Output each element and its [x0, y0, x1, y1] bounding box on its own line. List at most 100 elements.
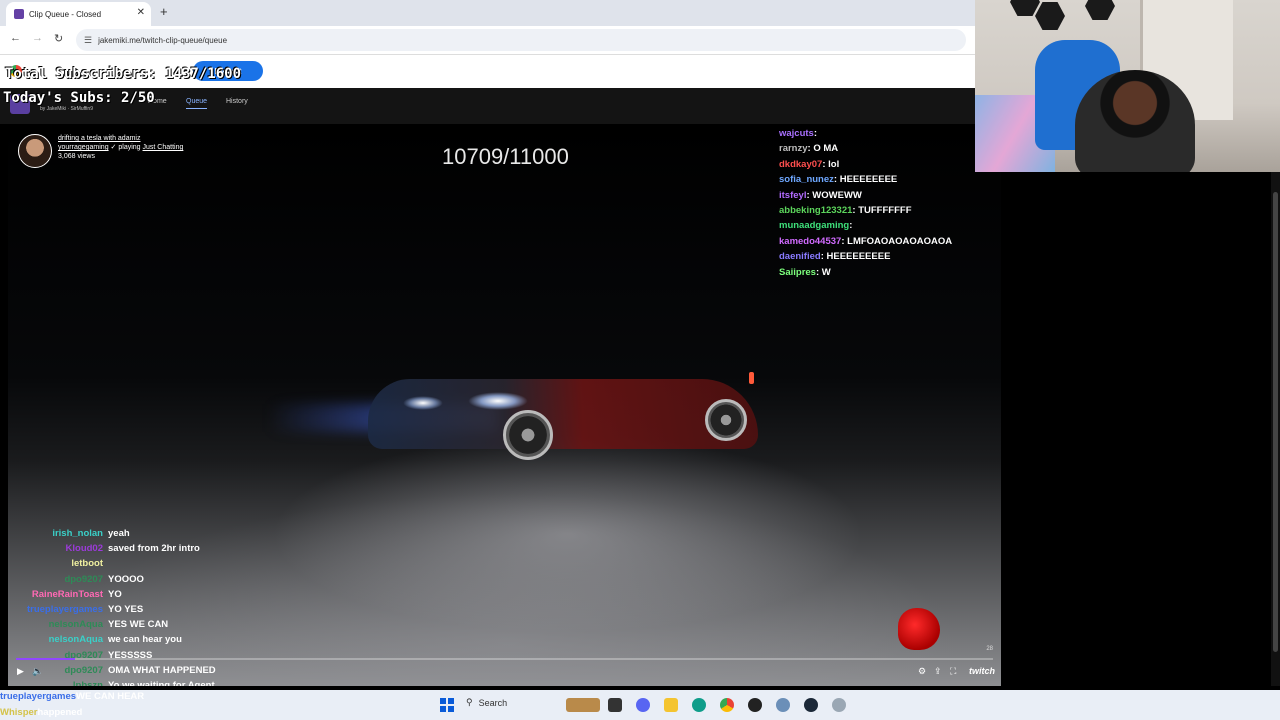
site-credit: by JakeMiki · SirMuffin9: [40, 106, 93, 112]
steam-icon[interactable]: [804, 698, 818, 712]
edge-icon[interactable]: [692, 698, 706, 712]
settings-icon[interactable]: ⚙: [918, 666, 926, 677]
chat-text: lol: [828, 158, 840, 170]
chrome-icon[interactable]: [720, 698, 734, 712]
wall-hex-panel: [1085, 0, 1115, 20]
reload-icon[interactable]: ↻: [54, 32, 63, 45]
rear-wheel: [705, 399, 747, 441]
tab-strip: Clip Queue - Closed ✕ +: [0, 0, 975, 26]
taillight: [749, 372, 754, 384]
chat-app-icon[interactable]: [636, 698, 650, 712]
clip-channel[interactable]: yourragegaming: [58, 144, 109, 151]
chat-username[interactable]: dpo9207: [8, 572, 103, 587]
url-text: jakemiki.me/twitch-clip-queue/queue: [98, 35, 228, 45]
chat-message: Kloud02 saved from 2hr intro: [8, 541, 216, 556]
chat-username[interactable]: dkdkay07: [779, 159, 822, 170]
chat-username[interactable]: kamedo44537: [779, 236, 841, 247]
chat-message: abbeking123321: TUFFFFFFF: [779, 203, 952, 218]
chat-username[interactable]: daenified: [779, 251, 821, 262]
clip-game[interactable]: Just Chatting: [143, 144, 184, 151]
page-scrollbar[interactable]: [1271, 172, 1280, 686]
playing-label: playing: [118, 144, 141, 151]
chat-username[interactable]: abbeking123321: [779, 205, 852, 216]
chat-text: TUFFFFFFF: [858, 205, 912, 217]
task-view-icon[interactable]: [608, 698, 622, 712]
chat-text: YO: [108, 588, 122, 600]
chat-text: yeah: [108, 528, 130, 539]
share-icon[interactable]: ⇪: [934, 666, 942, 677]
settings-app-icon[interactable]: [776, 698, 790, 712]
chat-username[interactable]: rarnzy: [779, 143, 808, 154]
chat-message: nelsonAqua we can hear you: [8, 632, 216, 647]
seek-progress: [16, 658, 75, 660]
search-icon: ⚲: [466, 697, 473, 707]
chat-message: dpo9207 YOOOO: [8, 572, 216, 587]
volume-icon[interactable]: 🔈: [32, 666, 43, 677]
play-icon[interactable]: ▶: [17, 666, 24, 677]
new-tab-button[interactable]: +: [160, 4, 168, 19]
fullscreen-icon[interactable]: ⛶: [950, 666, 956, 677]
chat-text: HEEEEEEEEE: [826, 251, 891, 263]
chat-username[interactable]: wajcuts: [779, 128, 814, 139]
seek-bar[interactable]: [16, 658, 993, 660]
headlight-glow-left: [403, 396, 443, 410]
webcam-feed: [975, 0, 1280, 172]
chat-overlay-right: wajcuts: rarnzy: O MA dkdkay07: lol sofia_…: [779, 126, 952, 280]
windows-start-icon[interactable]: [440, 698, 454, 712]
chat-username[interactable]: sofia_nunez: [779, 174, 834, 185]
back-icon[interactable]: ←: [10, 32, 21, 44]
chat-separator: :: [813, 128, 818, 139]
taskbar-search[interactable]: ⚲ Search: [466, 697, 507, 708]
chat-message: wajcuts:: [779, 126, 952, 141]
chat-message: irish_nolan yeah: [8, 526, 216, 541]
chat-username[interactable]: nelsonAqua: [8, 632, 103, 647]
right-empty-area: [1001, 172, 1280, 686]
forward-icon[interactable]: →: [32, 32, 43, 44]
chat-username[interactable]: letboot: [8, 556, 103, 571]
chat-message: trueplayergamesWE CAN HEAR: [0, 689, 260, 705]
chat-text: YOOOO: [108, 573, 144, 585]
chat-text: saved from 2hr intro: [108, 543, 200, 555]
chat-username[interactable]: itsfeyl: [779, 190, 806, 201]
chat-username[interactable]: nelsonAqua: [8, 617, 103, 632]
chat-username[interactable]: RaineRainToast: [8, 587, 103, 602]
chat-username[interactable]: trueplayergames: [0, 691, 76, 702]
wall-hex-panel: [1010, 0, 1040, 16]
chat-username[interactable]: Saiipres: [779, 267, 816, 278]
chat-username[interactable]: irish_nolan: [8, 526, 103, 541]
scrollbar-thumb[interactable]: [1273, 192, 1278, 652]
chat-text: YES WE CAN: [108, 619, 169, 631]
extra-app-icon[interactable]: [832, 698, 846, 712]
chat-text: O MA: [813, 143, 839, 155]
chat-text: WE CAN HEAR: [76, 691, 145, 702]
close-tab-icon[interactable]: ✕: [137, 7, 145, 18]
chat-text: YO YES: [108, 604, 144, 616]
chat-username[interactable]: munaadgaming: [779, 220, 849, 231]
clip-title[interactable]: drifting a tesla with adamiz: [58, 134, 183, 143]
chat-message: Whisperhappened: [0, 705, 260, 720]
tab-title: Clip Queue - Closed: [29, 9, 102, 19]
search-label: Search: [478, 697, 508, 708]
file-explorer-icon[interactable]: [664, 698, 678, 712]
taskbar-widget-icon[interactable]: [566, 698, 600, 712]
timecode: 28: [986, 646, 993, 652]
verified-icon: ✓: [110, 144, 117, 151]
nav-queue[interactable]: Queue: [186, 98, 208, 109]
creator-avatar[interactable]: [18, 134, 52, 168]
total-subscribers-overlay: Total Subscribers: 1437/1600: [5, 66, 242, 82]
chat-username[interactable]: Whisper: [0, 707, 37, 718]
twitch-logo[interactable]: twitch: [969, 666, 995, 676]
obs-icon[interactable]: [748, 698, 762, 712]
site-info-icon[interactable]: ☰: [84, 35, 92, 46]
nav-history[interactable]: History: [226, 98, 248, 105]
browser-toolbar: ← → ↻ ☰ jakemiki.me/twitch-clip-queue/qu…: [0, 26, 975, 55]
chat-username[interactable]: trueplayergames: [8, 602, 103, 617]
clip-views: 3,068 views: [58, 153, 95, 160]
chat-username[interactable]: Kloud02: [8, 541, 103, 556]
tab-clip-queue[interactable]: Clip Queue - Closed ✕: [6, 2, 151, 26]
chat-text: LMFOAOAOAOAOAOA: [847, 235, 953, 247]
headlight-glow-right: [468, 392, 528, 410]
video-player[interactable]: drifting a tesla with adamiz yourragegam…: [8, 124, 1001, 686]
front-wheel: [503, 410, 553, 460]
address-bar[interactable]: ☰ jakemiki.me/twitch-clip-queue/queue: [76, 29, 966, 51]
